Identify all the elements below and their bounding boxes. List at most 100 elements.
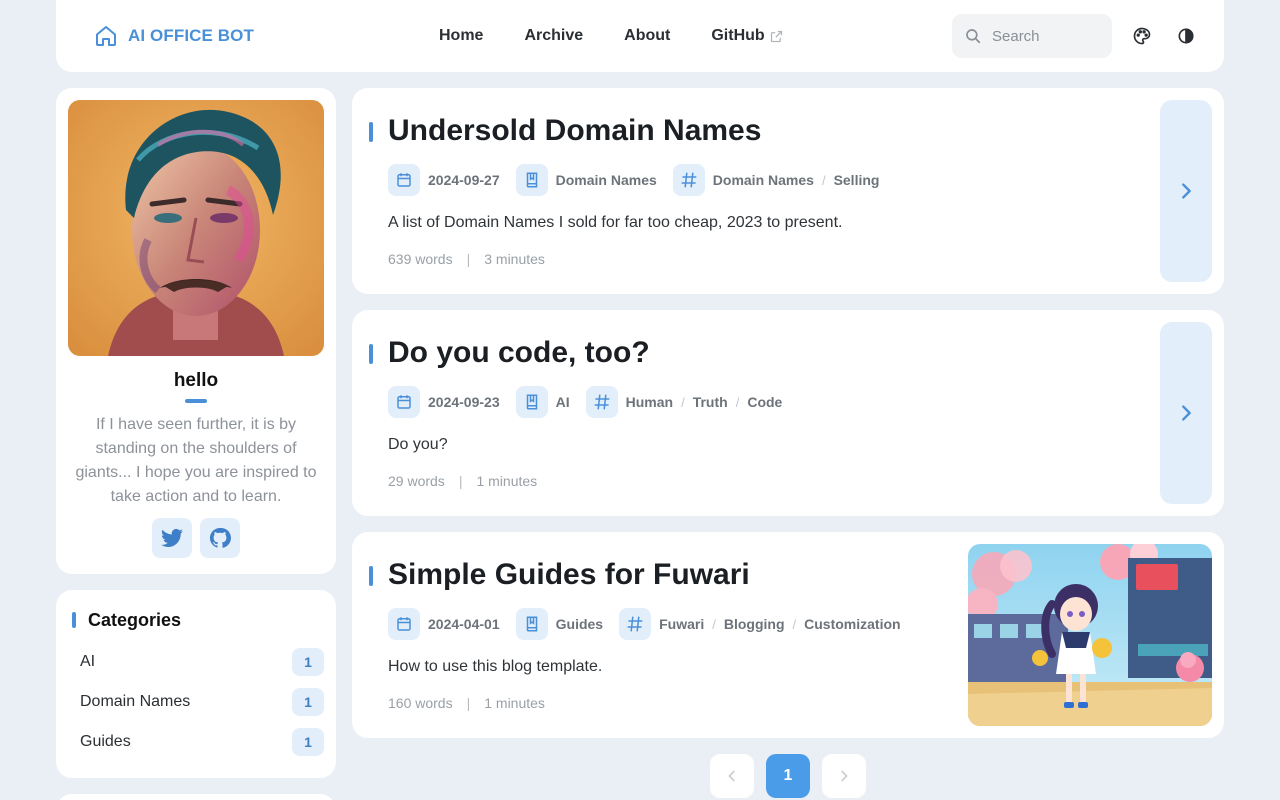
category-item-domain-names[interactable]: Domain Names 1 xyxy=(68,684,324,720)
book-icon xyxy=(515,164,548,196)
next-page-button[interactable] xyxy=(822,754,866,798)
post-title[interactable]: Do you code, too? xyxy=(388,336,650,370)
post-tags: Human / Truth / Code xyxy=(585,386,782,418)
tag-separator: / xyxy=(792,616,797,632)
chevron-right-icon xyxy=(836,768,852,784)
post-excerpt: Do you? xyxy=(388,436,448,453)
post-title[interactable]: Undersold Domain Names xyxy=(388,114,761,148)
post-card: Undersold Domain Names 2024-09-27 Domain… xyxy=(352,88,1224,294)
page-button-current[interactable]: 1 xyxy=(766,754,810,798)
post-stats: 29 words | 1 minutes xyxy=(388,473,537,489)
post-meta: 2024-09-23 AI Human / Truth / Code xyxy=(388,386,782,418)
post-stats: 160 words | 1 minutes xyxy=(388,695,545,711)
tag-link[interactable]: Customization xyxy=(804,616,900,632)
book-icon xyxy=(515,608,548,640)
post-title[interactable]: Simple Guides for Fuwari xyxy=(388,558,750,592)
post-date-text: 2024-09-23 xyxy=(428,394,500,410)
category-name: AI xyxy=(80,653,96,670)
tag-link[interactable]: Blogging xyxy=(724,616,785,632)
post-date: 2024-04-01 xyxy=(388,608,500,640)
title-accent-bar xyxy=(369,566,373,586)
palette-icon xyxy=(1132,26,1152,46)
category-count: 1 xyxy=(292,688,324,716)
theme-color-button[interactable] xyxy=(1128,22,1156,50)
tag-separator: / xyxy=(712,616,716,632)
name-underline xyxy=(185,399,207,403)
book-icon xyxy=(515,386,548,418)
nav-links: Home Archive About GitHub xyxy=(439,22,784,50)
profile-card: hello If I have seen further, it is by s… xyxy=(56,88,336,574)
dark-mode-toggle[interactable] xyxy=(1172,22,1200,50)
tag-link[interactable]: Code xyxy=(747,394,782,410)
post-category: Domain Names xyxy=(515,164,657,196)
post-category-link[interactable]: AI xyxy=(556,394,570,410)
tags-card xyxy=(56,794,336,800)
post-meta: 2024-09-27 Domain Names Domain Names / S… xyxy=(388,164,879,196)
twitter-button[interactable] xyxy=(152,518,192,558)
brand-link[interactable]: AI OFFICE BOT xyxy=(94,22,254,50)
title-accent-bar xyxy=(369,122,373,142)
search-input[interactable] xyxy=(992,27,1092,45)
post-category-link[interactable]: Guides xyxy=(556,616,603,632)
word-count: 29 words xyxy=(388,473,445,489)
calendar-icon xyxy=(388,386,420,418)
github-button[interactable] xyxy=(200,518,240,558)
nav-home[interactable]: Home xyxy=(439,27,483,45)
hash-icon xyxy=(672,164,705,196)
word-count: 639 words xyxy=(388,251,453,267)
hash-icon xyxy=(619,608,652,640)
external-link-icon xyxy=(769,29,784,44)
chevron-left-icon xyxy=(724,768,740,784)
tag-link[interactable]: Domain Names xyxy=(713,172,814,188)
post-date: 2024-09-23 xyxy=(388,386,500,418)
category-name: Domain Names xyxy=(80,693,191,710)
category-count: 1 xyxy=(292,648,324,676)
post-cover-image[interactable] xyxy=(968,544,1212,726)
read-post-button[interactable] xyxy=(1160,322,1212,504)
post-date-text: 2024-04-01 xyxy=(428,616,500,632)
tag-link[interactable]: Human xyxy=(626,394,673,410)
nav-about[interactable]: About xyxy=(624,27,670,45)
read-time: 1 minutes xyxy=(484,695,545,711)
categories-title: Categories xyxy=(72,608,181,632)
title-accent-bar xyxy=(369,344,373,364)
stats-divider: | xyxy=(458,473,463,489)
post-stats: 639 words | 3 minutes xyxy=(388,251,545,267)
stats-divider: | xyxy=(466,695,471,711)
profile-bio: If I have seen further, it is by standin… xyxy=(75,416,317,505)
categories-card: Categories AI 1 Domain Names 1 Guides 1 xyxy=(56,590,336,778)
calendar-icon xyxy=(388,608,420,640)
tag-link[interactable]: Truth xyxy=(693,394,728,410)
post-category-link[interactable]: Domain Names xyxy=(556,172,657,188)
read-post-button[interactable] xyxy=(1160,100,1212,282)
read-time: 1 minutes xyxy=(476,473,538,489)
post-meta: 2024-04-01 Guides Fuwari / Blogging / Cu… xyxy=(388,608,901,640)
search-box[interactable] xyxy=(952,14,1112,58)
previous-page-button[interactable] xyxy=(710,754,754,798)
word-count: 160 words xyxy=(388,695,453,711)
post-date: 2024-09-27 xyxy=(388,164,500,196)
tag-link[interactable]: Fuwari xyxy=(659,616,704,632)
tag-separator: / xyxy=(681,394,685,410)
profile-name: hello xyxy=(173,370,219,391)
calendar-icon xyxy=(388,164,420,196)
category-item-guides[interactable]: Guides 1 xyxy=(68,724,324,760)
hash-icon xyxy=(585,386,618,418)
nav-archive[interactable]: Archive xyxy=(524,27,583,45)
github-icon xyxy=(208,526,232,550)
avatar[interactable] xyxy=(68,100,324,356)
post-excerpt: A list of Domain Names I sold for far to… xyxy=(388,214,843,231)
stats-divider: | xyxy=(466,251,471,267)
top-navbar: AI OFFICE BOT Home Archive About GitHub xyxy=(56,0,1224,72)
tag-link[interactable]: Selling xyxy=(834,172,880,188)
tag-separator: / xyxy=(821,172,826,188)
category-name: Guides xyxy=(80,733,131,750)
post-tags: Domain Names / Selling xyxy=(672,164,880,196)
post-date-text: 2024-09-27 xyxy=(428,172,500,188)
post-card: Do you code, too? 2024-09-23 AI Human / … xyxy=(352,310,1224,516)
chevron-right-icon xyxy=(1175,402,1197,424)
contrast-icon xyxy=(1176,26,1196,46)
nav-github[interactable]: GitHub xyxy=(711,27,783,45)
category-count: 1 xyxy=(292,728,324,756)
category-item-ai[interactable]: AI 1 xyxy=(68,644,324,680)
